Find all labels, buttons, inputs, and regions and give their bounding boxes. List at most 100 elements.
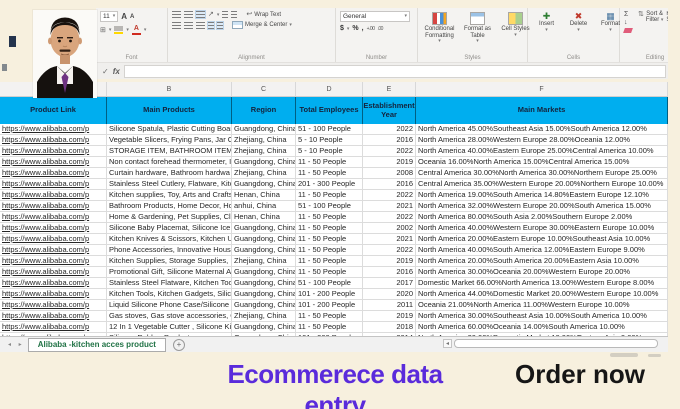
region-cell[interactable]: Zhejiang, China [232,256,296,267]
employees-cell[interactable]: 11 - 50 People [296,223,363,234]
markets-cell[interactable]: North America 28.00%Western Europe 28.00… [416,135,668,146]
sort-filter-button[interactable]: ⇅ Sort & Filter ▾ [638,11,663,51]
employees-cell[interactable]: 5 - 10 People [296,135,363,146]
main-products-cell[interactable]: Home & Gardening, Pet Supplies, Clot [107,212,232,223]
column-letter[interactable]: F [416,82,668,97]
comma-style-icon[interactable]: , [362,25,364,32]
markets-cell[interactable]: North America 60.00%Oceania 14.00%South … [416,322,668,333]
employees-cell[interactable]: 11 - 50 People [296,322,363,333]
year-cell[interactable]: 2016 [363,267,416,278]
align-bottom-icon[interactable] [195,10,206,19]
find-select-button[interactable]: Find & Select [666,11,668,51]
format-as-table-button[interactable]: Format as Table ▾ [460,11,495,51]
region-cell[interactable]: Guangdong, China [232,267,296,278]
product-link-cell[interactable]: https://www.alibaba.com/p [0,168,107,179]
markets-cell[interactable]: North America 32.00%Western Europe 20.00… [416,201,668,212]
align-left-icon[interactable] [172,21,181,29]
employees-cell[interactable]: 51 - 100 People [296,124,363,135]
product-link-cell[interactable]: https://www.alibaba.com/p [0,311,107,322]
enter-icon[interactable]: ✓ [102,67,109,76]
product-link-cell[interactable]: https://www.alibaba.com/p [0,212,107,223]
markets-cell[interactable]: North America 40.00%Western Europe 30.00… [416,223,668,234]
region-cell[interactable]: Zhejiang, China [232,311,296,322]
main-products-cell[interactable]: Kitchen Knives & Scissors, Kitchen Ute [107,234,232,245]
year-cell[interactable]: 2019 [363,157,416,168]
year-cell[interactable]: 2011 [363,300,416,311]
header-cell[interactable]: Total Employees [296,97,363,124]
year-cell[interactable]: 2008 [363,168,416,179]
main-products-cell[interactable]: Stainless Steel Flatware, Kitchen Tools [107,278,232,289]
region-cell[interactable]: Guangdong, China [232,124,296,135]
delete-cells-button[interactable]: ✖ Delete ▾ [564,11,593,51]
product-link-cell[interactable]: https://www.alibaba.com/p [0,245,107,256]
employees-cell[interactable]: 11 - 50 People [296,256,363,267]
decrease-decimal-icon[interactable]: .00 [377,26,383,32]
markets-cell[interactable]: North America 40.00%Eastern Europe 25.00… [416,146,668,157]
increase-decimal-icon[interactable]: +.00 [367,26,375,32]
number-format-select[interactable]: General ▾ [340,11,410,22]
region-cell[interactable]: Henan, China [232,190,296,201]
product-link-cell[interactable]: https://www.alibaba.com/p [0,157,107,168]
year-cell[interactable]: 2022 [363,146,416,157]
employees-cell[interactable]: 11 - 50 People [296,267,363,278]
region-cell[interactable]: Zhejiang, China [232,168,296,179]
wrap-text-button[interactable]: ↩ Wrap Text [246,11,281,18]
employees-cell[interactable]: 51 - 100 People [296,278,363,289]
year-cell[interactable]: 2019 [363,256,416,267]
region-cell[interactable]: Zhejiang, China [232,146,296,157]
increase-indent-icon[interactable] [231,11,238,18]
product-link-cell[interactable]: https://www.alibaba.com/p [0,256,107,267]
markets-cell[interactable]: Domestic Market 66.00%North America 13.0… [416,278,668,289]
year-cell[interactable]: 2022 [363,212,416,223]
add-sheet-icon[interactable]: + [172,338,185,351]
header-cell[interactable]: Product Link [0,97,107,124]
markets-cell[interactable]: North America 80.00%South Asia 2.00%Sout… [416,212,668,223]
region-cell[interactable]: Guangdong, China [232,179,296,190]
product-link-cell[interactable]: https://www.alibaba.com/p [0,179,107,190]
markets-cell[interactable]: Oceania 21.00%North America 11.00%Wester… [416,300,668,311]
column-letter[interactable]: C [232,82,296,97]
product-link-cell[interactable]: https://www.alibaba.com/p [0,146,107,157]
main-products-cell[interactable]: Vegetable Slicers, Frying Pans, Jar Ope [107,135,232,146]
scrollbar-track[interactable] [454,339,658,348]
year-cell[interactable]: 2016 [363,179,416,190]
product-link-cell[interactable]: https://www.alibaba.com/p [0,289,107,300]
year-cell[interactable]: 2022 [363,245,416,256]
horizontal-scrollbar[interactable]: ◂ [443,339,658,348]
align-center-icon[interactable] [184,21,193,29]
region-cell[interactable]: Guangdong, China [232,157,296,168]
indent-option-icon[interactable] [207,20,215,30]
product-link-cell[interactable]: https://www.alibaba.com/p [0,124,107,135]
align-right-icon[interactable] [196,21,205,29]
markets-cell[interactable]: Oceania 16.00%North America 15.00%Centra… [416,157,668,168]
markets-cell[interactable]: North America 20.00%Eastern Europe 10.00… [416,234,668,245]
employees-cell[interactable]: 5 - 10 People [296,146,363,157]
product-link-cell[interactable]: https://www.alibaba.com/p [0,190,107,201]
product-link-cell[interactable]: https://www.alibaba.com/p [0,201,107,212]
employees-cell[interactable]: 101 - 200 People [296,289,363,300]
main-products-cell[interactable]: Kitchen Tools, Kitchen Gadgets, Silicon [107,289,232,300]
employees-cell[interactable]: 11 - 50 People [296,311,363,322]
main-products-cell[interactable]: Gas stoves, Gas stove accessories, Co [107,311,232,322]
conditional-formatting-button[interactable]: Conditional Formatting ▾ [422,11,457,51]
insert-cells-button[interactable]: ✚ Insert ▾ [532,11,561,51]
accounting-format-icon[interactable]: $ [340,25,344,32]
region-cell[interactable]: Zhejiang, China [232,135,296,146]
main-products-cell[interactable]: Phone Accessories, Innovative House [107,245,232,256]
product-link-cell[interactable]: https://www.alibaba.com/p [0,135,107,146]
year-cell[interactable]: 2021 [363,234,416,245]
shrink-font-icon[interactable]: A [130,14,134,20]
sheet-tab[interactable]: Alibaba -kitchen acces product [27,337,166,352]
year-cell[interactable]: 2002 [363,223,416,234]
region-cell[interactable]: Guangdong, China [232,245,296,256]
markets-cell[interactable]: North America 45.00%Southeast Asia 15.00… [416,124,668,135]
tab-scroll-icons[interactable]: ◂ ▸ [8,341,25,348]
main-products-cell[interactable]: Liquid Silicone Phone Case/Silicone Fo [107,300,232,311]
employees-cell[interactable]: 11 - 50 People [296,245,363,256]
main-products-cell[interactable]: STORAGE ITEM, BATHROOM ITEM, KI [107,146,232,157]
percent-style-icon[interactable]: % [352,25,358,32]
product-link-cell[interactable]: https://www.alibaba.com/p [0,223,107,234]
header-cell[interactable]: Main Products [107,97,232,124]
grow-font-icon[interactable]: A [121,12,127,21]
markets-cell[interactable]: North America 19.00%South America 14.80%… [416,190,668,201]
